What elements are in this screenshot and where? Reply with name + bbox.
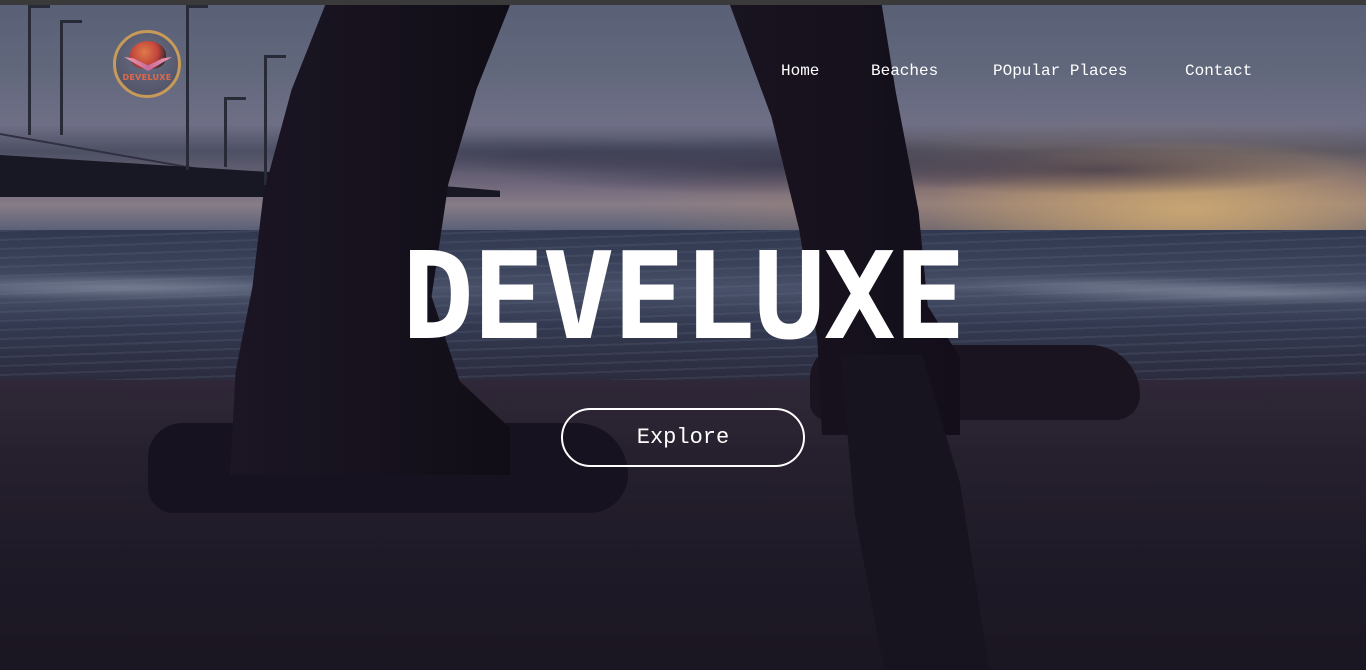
nav-link-contact[interactable]: Contact: [1185, 60, 1252, 82]
explore-button[interactable]: Explore: [561, 408, 805, 467]
hero-section: DEVELUXE Home Beaches POpular Places Con…: [0, 5, 1366, 670]
nav-link-beaches[interactable]: Beaches: [871, 60, 938, 82]
nav-link-popular-places[interactable]: POpular Places: [993, 60, 1127, 82]
hero-title: DEVELUXE: [402, 228, 966, 367]
main-nav: Home Beaches POpular Places Contact: [0, 60, 1366, 82]
nav-link-home[interactable]: Home: [781, 60, 819, 82]
